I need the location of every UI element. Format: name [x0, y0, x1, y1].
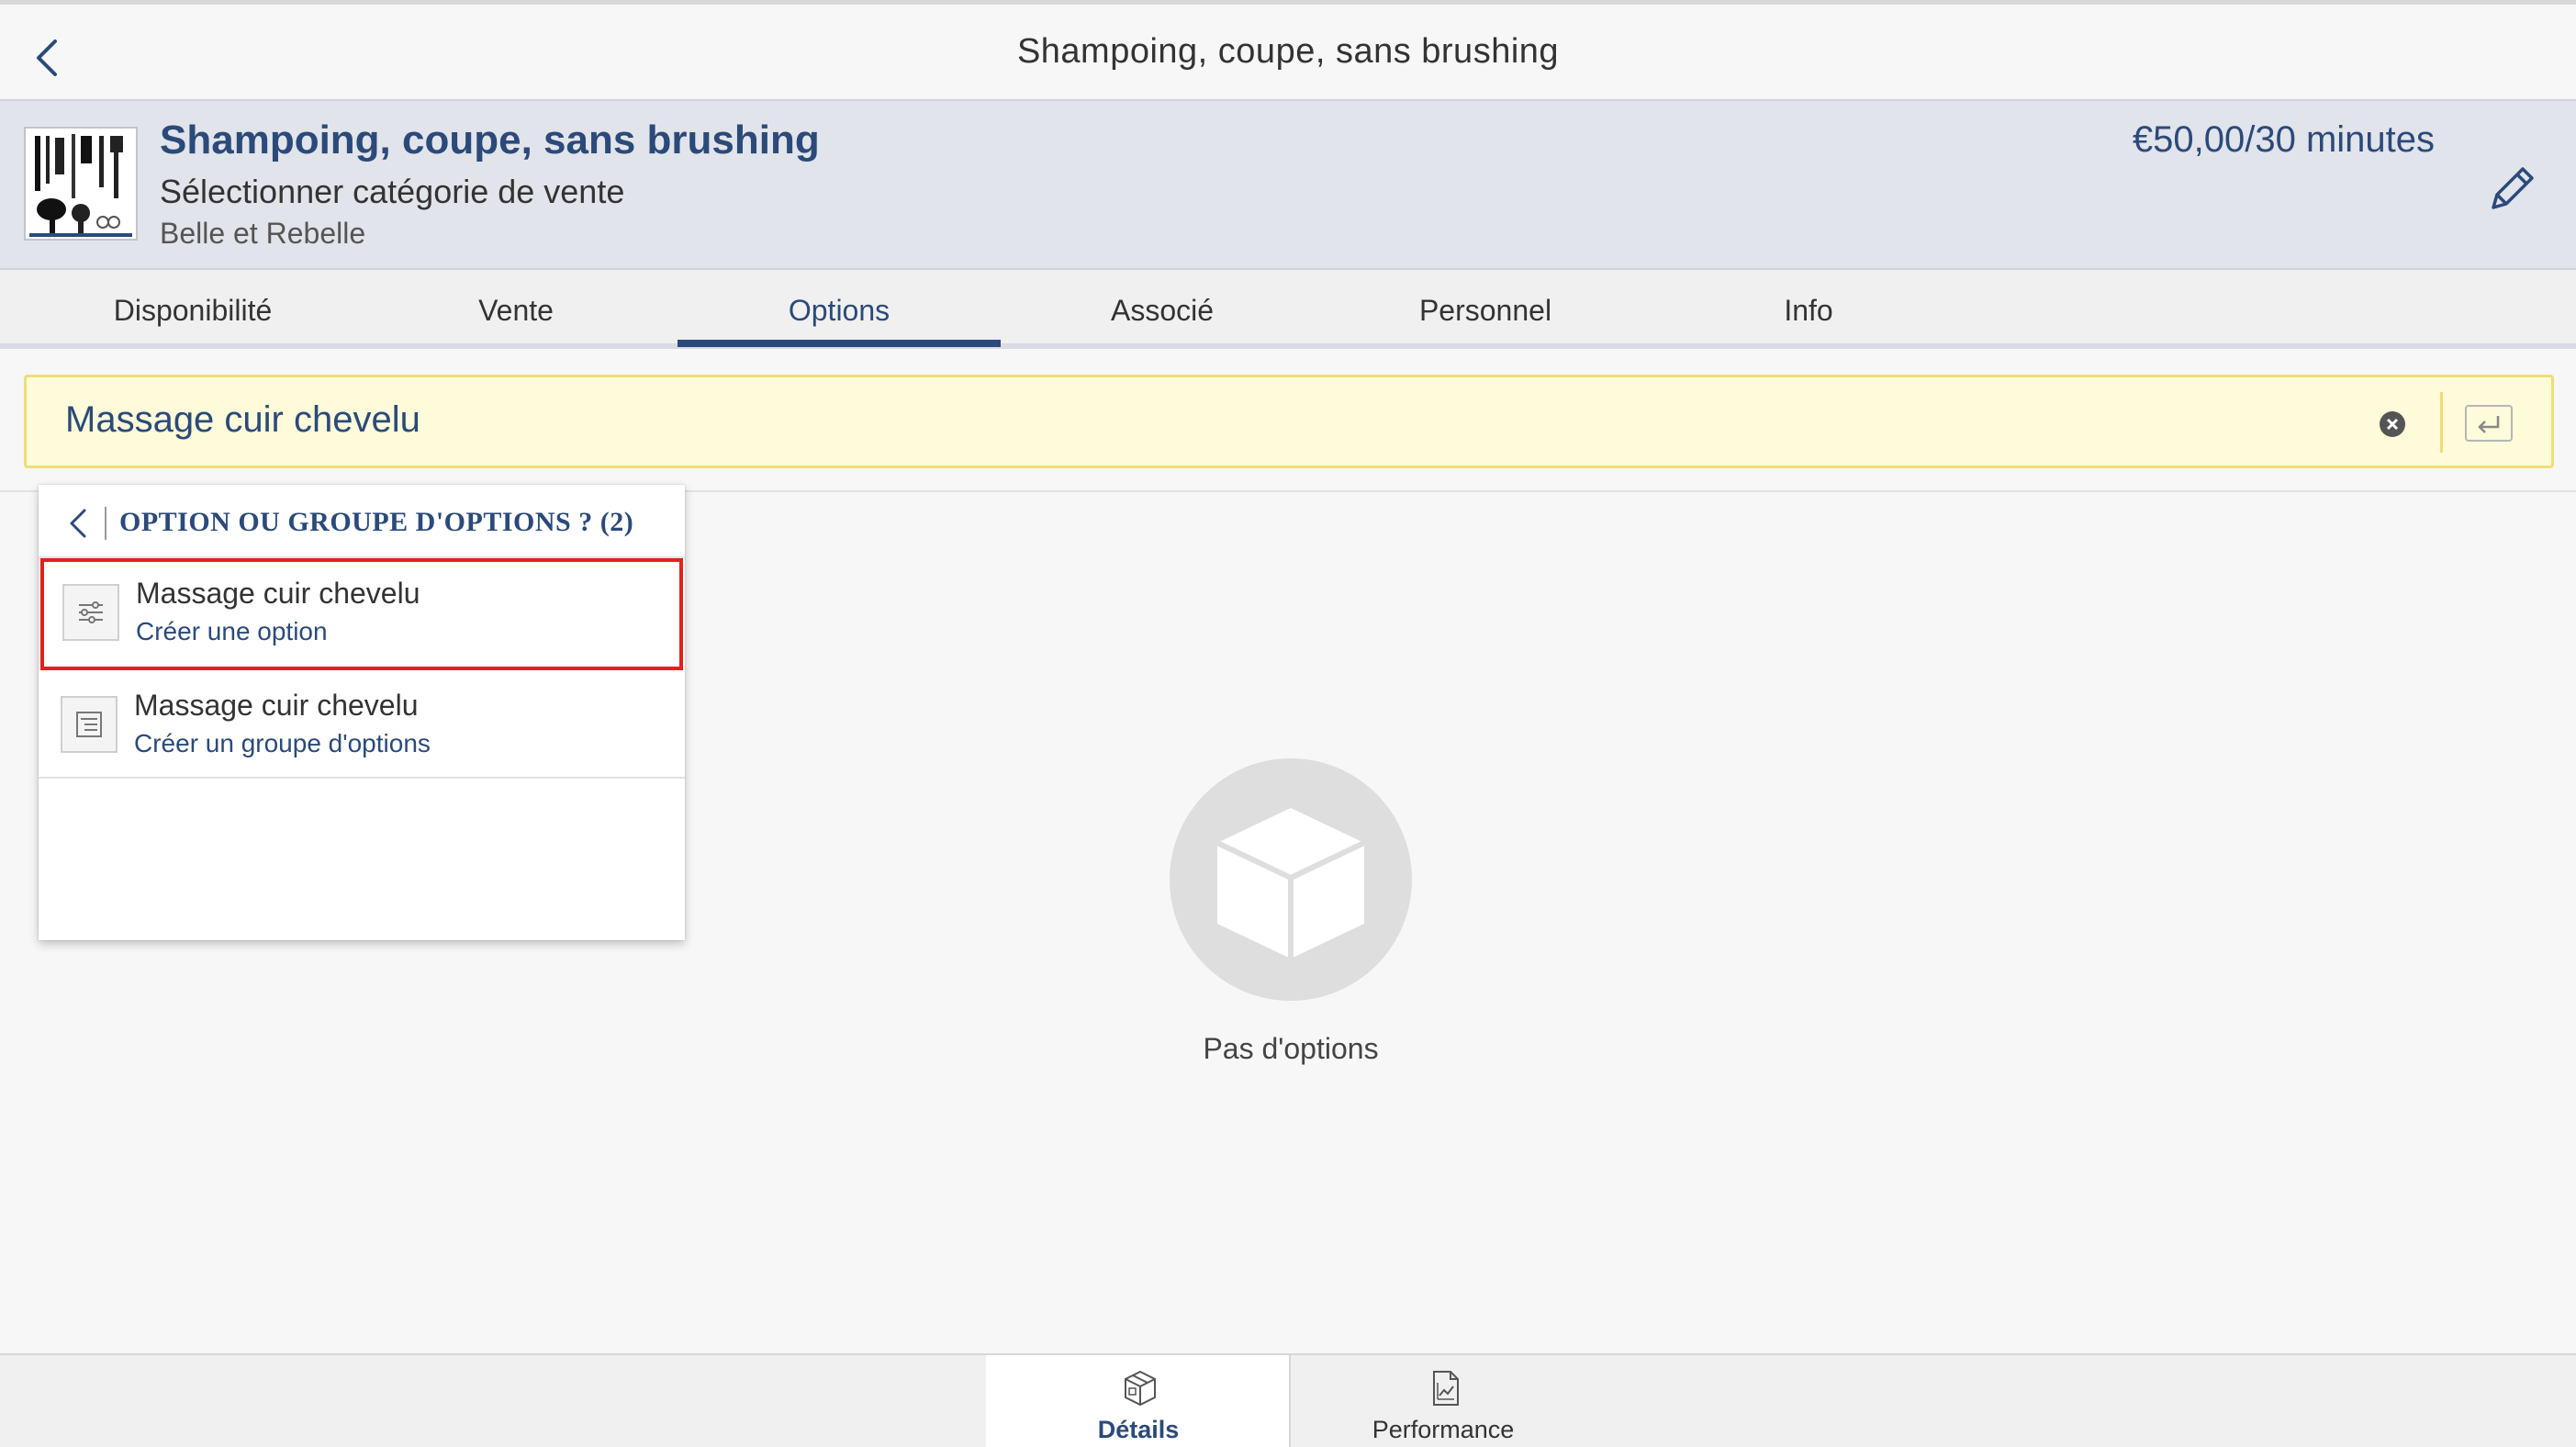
list-icon: [61, 696, 118, 753]
item-name: Massage cuir chevelu: [134, 689, 419, 722]
service-location: Belle et Rebelle: [160, 217, 366, 250]
sliders-icon: [62, 584, 119, 641]
pencil-icon[interactable]: [2481, 158, 2543, 220]
tab-bar: Disponibilité Vente Options Associé Pers…: [0, 268, 2576, 349]
tab-associe[interactable]: Associé: [1001, 270, 1324, 345]
tab-options[interactable]: Options: [678, 270, 1001, 345]
clear-icon[interactable]: [2379, 410, 2406, 438]
dropdown-title: OPTION OU GROUPE D'OPTIONS ? (2): [119, 507, 634, 537]
bottom-tab-details[interactable]: Détails: [986, 1355, 1291, 1447]
service-title: Shampoing, coupe, sans brushing: [160, 118, 820, 163]
service-price: €50,00/30 minutes: [2132, 119, 2435, 160]
option-type-dropdown: OPTION OU GROUPE D'OPTIONS ? (2) Massage…: [39, 485, 685, 940]
empty-state-text: Pas d'options: [1203, 1032, 1379, 1065]
search-value[interactable]: Massage cuir chevelu: [65, 399, 420, 441]
dropdown-header-divider: [105, 507, 106, 540]
active-tab-indicator: [678, 340, 1001, 347]
enter-icon[interactable]: [2465, 405, 2513, 442]
bottom-tab-bar: Détails Performance: [0, 1353, 2576, 1447]
create-option-group-item[interactable]: Massage cuir chevelu Créer un groupe d'o…: [39, 670, 685, 779]
search-divider: [2440, 392, 2443, 453]
search-area: Massage cuir chevelu: [0, 349, 2576, 492]
chart-doc-icon: [1427, 1368, 1463, 1408]
tab-vente[interactable]: Vente: [354, 270, 678, 345]
service-thumbnail: [24, 127, 138, 241]
search-input[interactable]: Massage cuir chevelu: [24, 375, 2554, 468]
tab-personnel[interactable]: Personnel: [1324, 270, 1647, 345]
service-header: Shampoing, coupe, sans brushing Sélectio…: [0, 99, 2576, 268]
sales-category-link[interactable]: Sélectionner catégorie de vente: [160, 173, 624, 211]
dropdown-header: OPTION OU GROUPE D'OPTIONS ? (2): [39, 485, 685, 558]
tab-disponibilite[interactable]: Disponibilité: [31, 270, 354, 345]
create-option-item[interactable]: Massage cuir chevelu Créer une option: [40, 558, 683, 670]
box-icon: [1215, 808, 1366, 959]
item-description: Créer une option: [136, 617, 328, 645]
empty-state-graphic: [1170, 758, 1412, 1001]
tab-info[interactable]: Info: [1647, 270, 1970, 345]
bottom-tab-label: Performance: [1372, 1416, 1515, 1443]
bottom-tab-performance[interactable]: Performance: [1291, 1355, 1596, 1447]
nav-bar: Shampoing, coupe, sans brushing: [0, 0, 2576, 99]
nav-title: Shampoing, coupe, sans brushing: [1016, 32, 1560, 71]
item-description: Créer un groupe d'options: [134, 729, 431, 757]
chevron-left-icon[interactable]: [64, 505, 92, 542]
bottom-tab-label: Détails: [1097, 1416, 1180, 1443]
item-name: Massage cuir chevelu: [136, 577, 420, 610]
box-icon: [1122, 1368, 1159, 1408]
